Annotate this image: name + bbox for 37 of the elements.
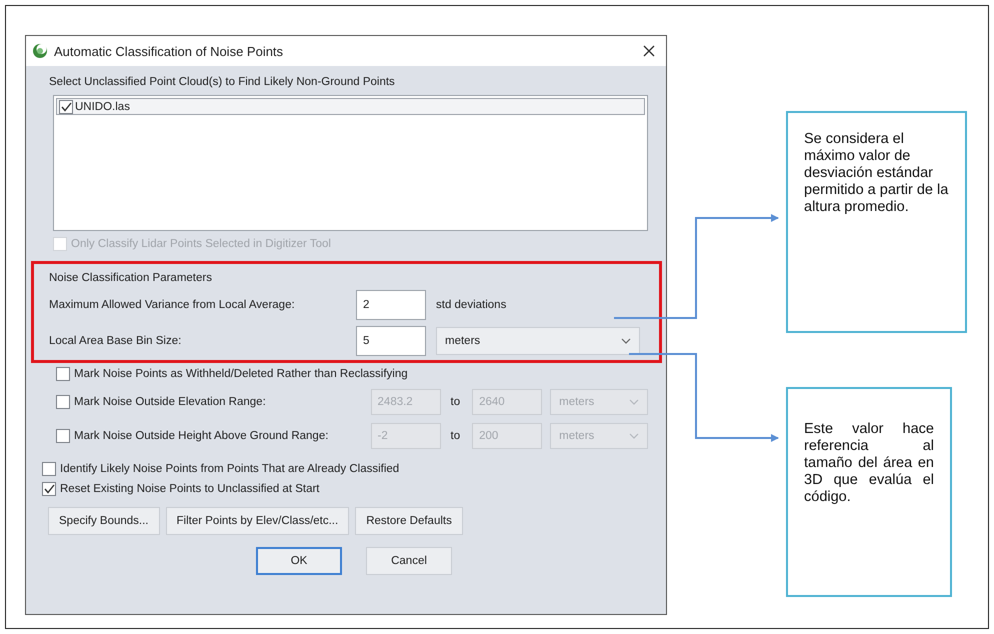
range-to-label: to [450,430,460,442]
action-button[interactable]: Filter Points by Elev/Class/etc... [166,507,350,535]
checkbox-label: Mark Noise Points as Withheld/Deleted Rather than Reclassifying [74,368,408,380]
action-button[interactable]: Specify Bounds... [48,507,160,535]
group-heading: Noise Classification Parameters [49,272,213,284]
caret-icon [621,338,631,344]
unit-label: std deviations [436,299,506,311]
field-label: Local Area Base Bin Size: [49,335,182,347]
cancel-button[interactable]: Cancel [366,547,452,575]
ok-button[interactable]: OK [256,547,342,575]
range-to-label: to [450,396,460,408]
list-item[interactable]: UNIDO.las [56,98,645,115]
checkbox[interactable] [42,462,56,476]
point-cloud-list[interactable]: UNIDO.las [53,95,648,231]
callout-note: Se considera el máximo valor de desviación estándar permitido a partir de la altura promedio. [786,111,967,333]
window-title: Automatic Classification of Noise Points [54,44,284,58]
app-logo-icon [32,43,48,59]
checkbox[interactable] [42,482,56,496]
checkbox[interactable] [56,429,70,443]
checkbox[interactable] [56,395,70,409]
callout-note: Este valor hace referencia al tamaño del área en 3D que evalúa el código. [786,387,952,597]
unit-dropdown[interactable]: meters [436,327,640,355]
caret-icon [629,399,639,405]
checkbox[interactable] [59,100,73,114]
caret-icon [629,433,639,439]
section-label: Select Unclassified Point Cloud(s) to Find Likely Non-Ground Points [49,76,396,88]
checkbox-label: Mark Noise Outside Height Above Ground Range: [74,430,330,442]
number-field[interactable]: 2 [356,290,426,320]
action-button[interactable]: Restore Defaults [355,507,463,535]
checkbox-label: Reset Existing Noise Points to Unclassified at Start [60,483,320,495]
checkbox[interactable] [56,367,70,381]
checkbox-label: Identify Likely Noise Points from Points That are Already Classified [60,463,400,475]
checkbox-label: Mark Noise Outside Elevation Range: [74,396,267,408]
file-name: UNIDO.las [75,100,130,112]
number-field[interactable]: 5 [356,326,426,356]
field-label: Maximum Allowed Variance from Local Average: [49,299,296,311]
checkbox-label: Only Classify Lidar Points Selected in Digitizer Tool [71,238,331,250]
